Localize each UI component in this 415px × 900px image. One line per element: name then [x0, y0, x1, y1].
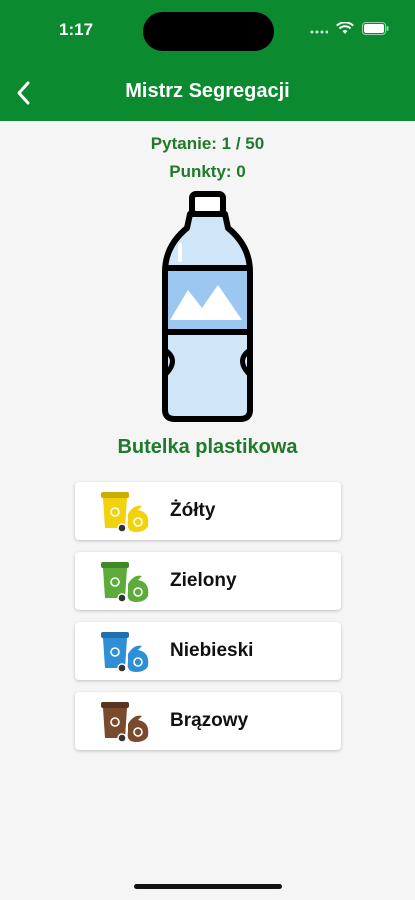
- question-counter: Pytanie: 1 / 50: [150, 134, 265, 153]
- answer-brown-button[interactable]: Brązowy: [75, 692, 341, 750]
- answer-label: Zielony: [170, 570, 237, 591]
- home-indicator: [134, 884, 282, 889]
- page-title: Mistrz Segregacji: [125, 80, 290, 102]
- dynamic-island: [143, 12, 274, 51]
- app-header: 1:17 Mistrz Segregacji: [0, 0, 415, 121]
- answer-blue-button[interactable]: Niebieski: [75, 622, 341, 680]
- item-name: Butelka plastikowa: [117, 436, 298, 458]
- answer-green-button[interactable]: Zielony: [75, 552, 341, 610]
- status-icons: [310, 22, 389, 35]
- answer-label: Niebieski: [170, 640, 254, 661]
- plastic-bottle-icon: [162, 191, 253, 422]
- battery-icon: [362, 22, 389, 35]
- points-counter: Punkty: 0: [169, 162, 246, 181]
- status-time: 1:17: [59, 20, 94, 39]
- blue-bin-icon: [101, 632, 149, 673]
- brown-bin-icon: [101, 702, 149, 743]
- answer-label: Żółty: [170, 500, 216, 521]
- wifi-icon: [336, 22, 354, 34]
- answer-yellow-button[interactable]: Żółty: [75, 482, 341, 540]
- yellow-bin-icon: [101, 492, 149, 533]
- signal-icon: [310, 30, 328, 33]
- green-bin-icon: [101, 562, 149, 603]
- answer-label: Brązowy: [170, 710, 249, 731]
